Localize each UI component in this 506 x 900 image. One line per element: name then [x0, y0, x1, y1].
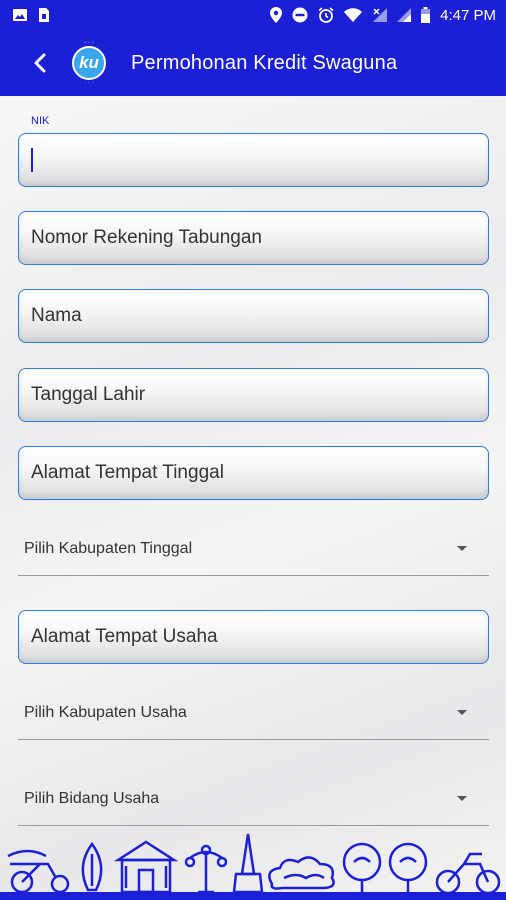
- form-content: NIK Nomor Rekening Tabungan Nama Tanggal…: [0, 96, 506, 900]
- dnd-icon: [292, 7, 308, 23]
- building-icon: [113, 840, 179, 894]
- no-signal-icon: [373, 8, 388, 22]
- app-logo: ◦ ◦ ◦ ku · · ·: [64, 35, 114, 91]
- logo-circle: ku: [72, 46, 106, 80]
- chevron-left-icon: [34, 53, 46, 73]
- monument-icon: [232, 833, 264, 894]
- status-right: 4:47 PM: [270, 7, 496, 24]
- motorbike-icon: [435, 852, 501, 895]
- nama-input[interactable]: Nama: [18, 289, 489, 343]
- battery-icon: [421, 7, 431, 23]
- location-icon: [270, 7, 283, 23]
- alarm-icon: [318, 7, 334, 23]
- page-title: Permohonan Kredit Swaguna: [131, 51, 398, 74]
- wifi-icon: [344, 8, 363, 22]
- nomor-rekening-input[interactable]: Nomor Rekening Tabungan: [18, 211, 489, 265]
- tanggal-lahir-input[interactable]: Tanggal Lahir: [18, 368, 489, 422]
- sim-icon: [39, 8, 49, 22]
- bidang-usaha-select[interactable]: Pilih Bidang Usaha: [18, 772, 489, 826]
- signal-icon: [397, 8, 412, 22]
- kabupaten-usaha-select[interactable]: Pilih Kabupaten Usaha: [18, 686, 489, 740]
- status-bar: 4:47 PM: [0, 0, 506, 30]
- logo-top-mark: ◦ ◦ ◦: [84, 40, 94, 46]
- street-lamp-icon: [184, 844, 228, 894]
- status-left: [12, 7, 50, 23]
- dropdown-arrow-icon: [457, 710, 467, 715]
- becak-icon: [7, 849, 70, 894]
- tree-icon: [342, 842, 428, 896]
- nik-input[interactable]: [18, 133, 489, 187]
- kabupaten-tinggal-value: Pilih Kabupaten Tinggal: [24, 539, 193, 557]
- logo-bottom-mark: · · ·: [84, 80, 94, 86]
- cloud-ornament-icon: [268, 856, 335, 890]
- text-caret: [31, 148, 33, 172]
- back-button[interactable]: [20, 43, 60, 83]
- alamat-tinggal-input[interactable]: Alamat Tempat Tinggal: [18, 446, 489, 500]
- bidang-usaha-value: Pilih Bidang Usaha: [24, 789, 160, 807]
- ornament-icon: [81, 841, 103, 892]
- nik-label: NIK: [31, 115, 50, 127]
- image-icon: [13, 9, 27, 21]
- status-time: 4:47 PM: [440, 6, 496, 24]
- dropdown-arrow-icon: [457, 546, 467, 551]
- app-bar: ◦ ◦ ◦ ku · · · Permohonan Kredit Swaguna: [0, 30, 506, 96]
- footer-bar: [0, 892, 506, 900]
- dropdown-arrow-icon: [457, 796, 467, 801]
- kabupaten-usaha-value: Pilih Kabupaten Usaha: [24, 703, 187, 721]
- footer-illustration: [7, 833, 501, 896]
- kabupaten-tinggal-select[interactable]: Pilih Kabupaten Tinggal: [18, 522, 489, 576]
- alamat-usaha-input[interactable]: Alamat Tempat Usaha: [18, 610, 489, 664]
